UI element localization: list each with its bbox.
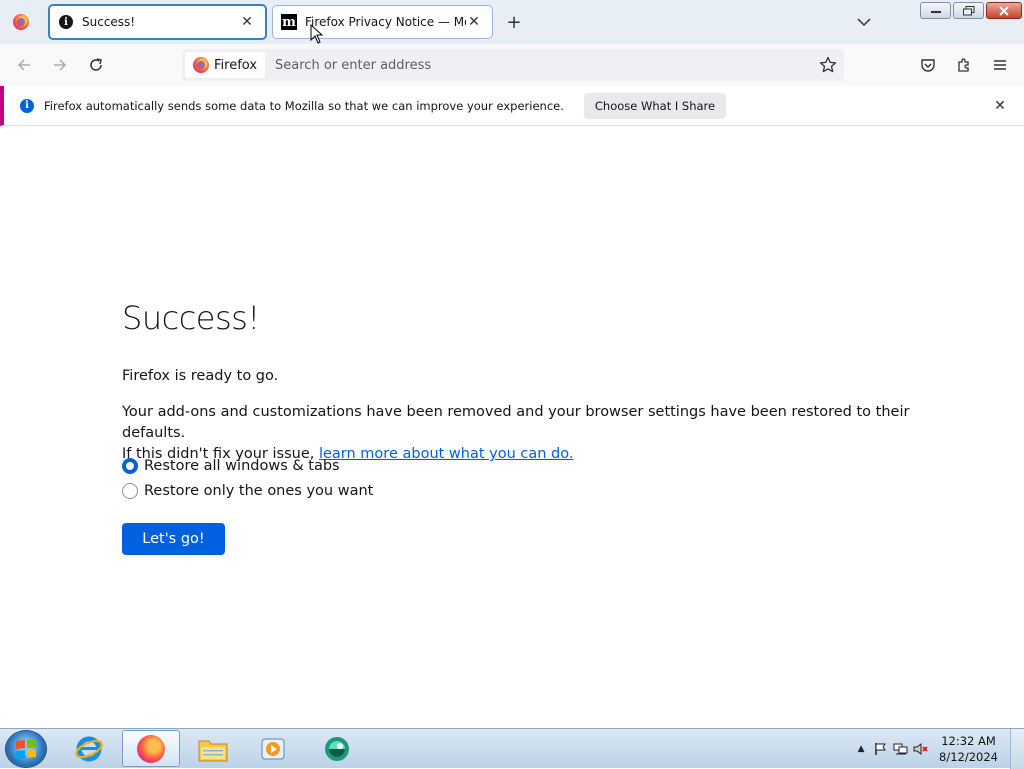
firefox-logo-icon	[13, 14, 29, 30]
taskbar-file-explorer[interactable]	[184, 730, 242, 767]
close-tab-icon[interactable]: ✕	[239, 14, 255, 30]
window-controls	[920, 2, 1022, 19]
notification-message: Firefox automatically sends some data to…	[44, 98, 564, 113]
mozilla-m-icon: m	[281, 14, 297, 30]
address-input[interactable]	[265, 57, 814, 73]
chevron-down-icon	[857, 18, 871, 27]
close-icon	[999, 5, 1009, 16]
extensions-button[interactable]	[950, 51, 978, 79]
clock-time: 12:32 AM	[941, 734, 996, 748]
windows-logo-icon	[16, 738, 36, 760]
close-notification-icon[interactable]: ✕	[992, 98, 1008, 114]
identity-box[interactable]: Firefox	[185, 52, 266, 78]
learn-more-link[interactable]: learn more about what you can do.	[319, 446, 574, 462]
firefox-view-button[interactable]	[0, 0, 42, 44]
firefox-icon	[137, 734, 165, 763]
ready-text: Firefox is ready to go.	[122, 368, 279, 384]
tab-title: Firefox Privacy Notice — Mozil	[305, 15, 466, 29]
identity-label: Firefox	[214, 57, 258, 73]
tab-strip: i Success! ✕ m Firefox Privacy Notice — …	[0, 0, 1024, 44]
firefox-logo-icon	[193, 57, 209, 73]
list-all-tabs-button[interactable]	[854, 12, 874, 32]
close-window-button[interactable]	[986, 2, 1022, 19]
info-icon: i	[20, 98, 34, 113]
hamburger-menu-icon	[994, 60, 1006, 70]
radio-button[interactable]	[122, 483, 138, 499]
arrow-left-icon	[17, 59, 30, 71]
back-button[interactable]	[10, 51, 38, 79]
choose-what-i-share-button[interactable]: Choose What I Share	[583, 92, 727, 119]
forward-button[interactable]	[46, 51, 74, 79]
restore-all-option[interactable]: Restore all windows & tabs	[122, 458, 340, 474]
url-bar[interactable]: Firefox	[182, 49, 844, 81]
arrow-right-icon	[54, 59, 67, 71]
triangle-up-icon: ▲	[857, 744, 865, 754]
restore-icon	[962, 5, 974, 15]
tab-title: Success!	[82, 15, 136, 29]
network-icon[interactable]	[891, 739, 911, 759]
minimize-icon	[930, 10, 941, 13]
radio-button-checked[interactable]	[122, 458, 138, 474]
description-line: Your add-ons and customizations have bee…	[122, 404, 910, 441]
lets-go-button[interactable]: Let's go!	[122, 523, 225, 555]
taskbar: ▲ 12:32 AM 8/12/2024	[0, 728, 1024, 769]
navigation-toolbar: Firefox	[0, 44, 1024, 86]
puzzle-piece-icon	[958, 58, 969, 72]
new-tab-button[interactable]: +	[504, 11, 524, 33]
description: Your add-ons and customizations have bee…	[122, 402, 912, 465]
clock[interactable]: 12:32 AM 8/12/2024	[939, 733, 998, 765]
system-tray: ▲ 12:32 AM 8/12/2024	[851, 729, 1024, 769]
minimize-button[interactable]	[920, 2, 951, 19]
restore-some-option[interactable]: Restore only the ones you want	[122, 483, 373, 499]
radio-label: Restore all windows & tabs	[144, 458, 340, 474]
app-menu-button[interactable]	[986, 51, 1014, 79]
mouse-cursor-icon	[310, 24, 324, 44]
app-icon	[325, 736, 349, 761]
bookmark-star-button[interactable]	[814, 51, 842, 79]
internet-explorer-icon	[75, 736, 103, 761]
action-center-flag-icon[interactable]	[871, 739, 891, 759]
close-tab-icon[interactable]: ✕	[466, 14, 482, 30]
radio-label: Restore only the ones you want	[144, 483, 374, 499]
star-icon	[819, 56, 837, 73]
start-button[interactable]	[6, 731, 46, 767]
tab-success[interactable]: i Success! ✕	[48, 4, 267, 40]
show-desktop-button[interactable]	[1010, 729, 1024, 769]
pocket-button[interactable]	[914, 51, 942, 79]
reload-button[interactable]	[82, 51, 110, 79]
media-player-icon	[261, 738, 285, 759]
taskbar-app[interactable]	[308, 730, 366, 767]
taskbar-internet-explorer[interactable]	[60, 730, 118, 767]
volume-muted-icon[interactable]	[911, 739, 931, 759]
page-title: Success!	[122, 299, 260, 337]
tab-privacy-notice[interactable]: m Firefox Privacy Notice — Mozil ✕	[272, 5, 493, 39]
info-icon: i	[58, 14, 74, 30]
show-hidden-icons-button[interactable]: ▲	[851, 739, 871, 759]
reload-icon	[90, 58, 102, 71]
data-collection-notification: i Firefox automatically sends some data …	[0, 86, 1024, 126]
clock-date: 8/12/2024	[939, 750, 998, 764]
pocket-icon	[921, 59, 935, 72]
plus-icon: +	[506, 11, 522, 33]
taskbar-firefox[interactable]	[122, 730, 180, 767]
file-explorer-icon	[198, 740, 228, 761]
page-content: Success! Firefox is ready to go. Your ad…	[0, 127, 1024, 728]
restore-button[interactable]	[953, 2, 984, 19]
taskbar-media-player[interactable]	[244, 730, 302, 767]
